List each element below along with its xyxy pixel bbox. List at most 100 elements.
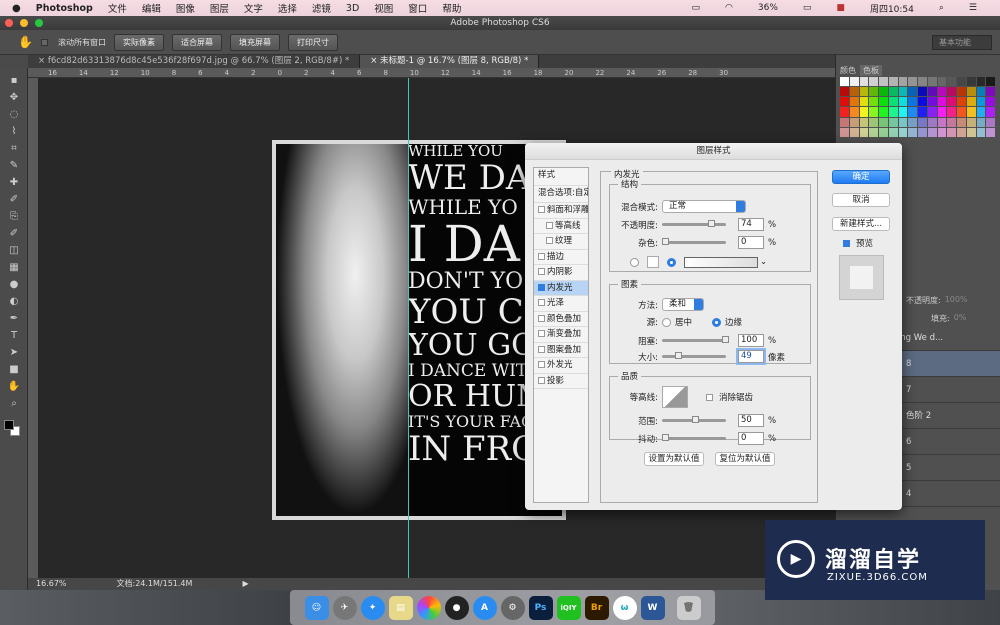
swatch[interactable] bbox=[966, 117, 976, 127]
swatch[interactable] bbox=[976, 87, 986, 97]
swatch[interactable] bbox=[976, 107, 986, 117]
swatch[interactable] bbox=[927, 107, 937, 117]
battery-icon[interactable]: ▭ bbox=[803, 3, 812, 13]
healing-tool-icon[interactable]: ✚ bbox=[0, 174, 28, 191]
wifi-icon[interactable]: ◠ bbox=[725, 3, 733, 13]
photoshop-icon[interactable]: Ps bbox=[528, 595, 553, 620]
swatch[interactable] bbox=[957, 117, 966, 127]
opacity-value[interactable]: 100% bbox=[945, 295, 968, 306]
noise-slider[interactable] bbox=[662, 238, 726, 245]
style-item[interactable]: 内发光 bbox=[534, 280, 588, 296]
swatch[interactable] bbox=[879, 127, 888, 137]
range-input[interactable]: 50 bbox=[738, 414, 764, 427]
swatch[interactable] bbox=[976, 97, 986, 107]
ok-button[interactable]: 确定 bbox=[832, 170, 890, 184]
cancel-button[interactable]: 取消 bbox=[832, 193, 890, 207]
zoom-button[interactable] bbox=[35, 19, 43, 27]
size-slider[interactable] bbox=[662, 352, 726, 359]
menu-image[interactable]: 图像 bbox=[176, 1, 195, 15]
swatch[interactable] bbox=[849, 117, 859, 127]
swatch[interactable] bbox=[927, 87, 937, 97]
swatch[interactable] bbox=[840, 77, 849, 87]
fill-screen-button[interactable]: 填充屏幕 bbox=[229, 33, 280, 51]
swatch[interactable] bbox=[976, 77, 986, 87]
style-checkbox[interactable] bbox=[538, 314, 545, 322]
menu-window[interactable]: 窗口 bbox=[408, 1, 427, 15]
size-input[interactable]: 49 bbox=[736, 348, 766, 365]
swatch[interactable] bbox=[879, 107, 888, 117]
swatch[interactable] bbox=[986, 127, 995, 137]
style-checkbox[interactable] bbox=[538, 361, 545, 368]
swatch[interactable] bbox=[918, 127, 927, 137]
style-checkbox[interactable] bbox=[538, 376, 545, 384]
preview-icon[interactable]: ▤ bbox=[388, 595, 413, 620]
brush-tool-icon[interactable]: ✐ bbox=[0, 191, 28, 208]
print-size-button[interactable]: 打印尺寸 bbox=[287, 33, 338, 51]
swatch[interactable] bbox=[840, 117, 849, 127]
technique-select[interactable]: 柔和 bbox=[662, 298, 704, 311]
swatch[interactable] bbox=[927, 127, 937, 137]
tab-color[interactable]: 颜色 bbox=[840, 65, 856, 76]
swatch[interactable] bbox=[918, 77, 927, 87]
swatch[interactable] bbox=[947, 77, 956, 87]
style-checkbox[interactable] bbox=[538, 252, 545, 260]
swatch[interactable] bbox=[966, 77, 976, 87]
swatch[interactable] bbox=[918, 97, 927, 107]
style-checkbox[interactable] bbox=[546, 237, 553, 244]
status-arrow-icon[interactable]: ▶ bbox=[242, 578, 248, 590]
swatch[interactable] bbox=[937, 127, 947, 137]
blend-options-item[interactable]: 混合选项:自定 bbox=[534, 186, 588, 203]
style-item[interactable]: 等高线 bbox=[534, 219, 588, 234]
word-icon[interactable]: W bbox=[640, 595, 665, 620]
style-checkbox[interactable] bbox=[546, 221, 553, 229]
swatch[interactable] bbox=[859, 127, 869, 137]
source-center-radio[interactable] bbox=[662, 317, 671, 327]
swatch[interactable] bbox=[879, 97, 888, 107]
range-slider[interactable] bbox=[662, 416, 726, 423]
style-item[interactable]: 光泽 bbox=[534, 296, 588, 312]
source-edge-radio[interactable] bbox=[712, 317, 722, 327]
zoom-level[interactable]: 16.67% bbox=[36, 578, 67, 590]
menu-select[interactable]: 选择 bbox=[278, 1, 297, 15]
swatch[interactable] bbox=[898, 107, 908, 117]
swatch[interactable] bbox=[849, 77, 859, 87]
swatch[interactable] bbox=[888, 97, 898, 107]
swatch[interactable] bbox=[957, 97, 966, 107]
swatch[interactable] bbox=[840, 107, 849, 117]
menu-3d[interactable]: 3D bbox=[346, 3, 359, 14]
noise-input[interactable]: 0 bbox=[738, 236, 764, 249]
fill-value[interactable]: 0% bbox=[954, 313, 967, 324]
swatch[interactable] bbox=[908, 77, 917, 87]
swatch[interactable] bbox=[986, 107, 995, 117]
swatch[interactable] bbox=[908, 127, 917, 137]
menu-edit[interactable]: 编辑 bbox=[142, 1, 161, 15]
jitter-slider[interactable] bbox=[662, 434, 726, 441]
swatch[interactable] bbox=[918, 117, 927, 127]
slider-knob[interactable] bbox=[722, 336, 729, 343]
swatch[interactable] bbox=[898, 127, 908, 137]
menu-help[interactable]: 帮助 bbox=[442, 1, 461, 15]
swatch[interactable] bbox=[869, 117, 878, 127]
swatch[interactable] bbox=[849, 127, 859, 137]
style-item[interactable]: 颜色叠加 bbox=[534, 312, 588, 327]
gradient-picker[interactable] bbox=[684, 256, 758, 268]
swatch[interactable] bbox=[986, 97, 995, 107]
safari-icon[interactable]: ✦ bbox=[360, 595, 385, 620]
menu-view[interactable]: 视图 bbox=[374, 1, 393, 15]
swatch[interactable] bbox=[898, 97, 908, 107]
menu-layer[interactable]: 图层 bbox=[210, 1, 229, 15]
style-item[interactable]: 内阴影 bbox=[534, 265, 588, 281]
swatch[interactable] bbox=[859, 77, 869, 87]
style-item[interactable]: 外发光 bbox=[534, 358, 588, 374]
style-item[interactable]: 斜面和浮雕 bbox=[534, 203, 588, 219]
close-button[interactable] bbox=[5, 19, 13, 27]
style-item[interactable]: 描边 bbox=[534, 250, 588, 265]
swatch[interactable] bbox=[937, 117, 947, 127]
swatch[interactable] bbox=[908, 97, 917, 107]
bridge-icon[interactable]: Br bbox=[584, 595, 609, 620]
blur-tool-icon[interactable]: ● bbox=[0, 276, 28, 293]
workspace-select[interactable]: 基本功能 bbox=[932, 34, 992, 50]
style-checkbox[interactable] bbox=[538, 330, 545, 337]
opacity-slider[interactable] bbox=[662, 220, 726, 227]
swatch[interactable] bbox=[888, 87, 898, 97]
